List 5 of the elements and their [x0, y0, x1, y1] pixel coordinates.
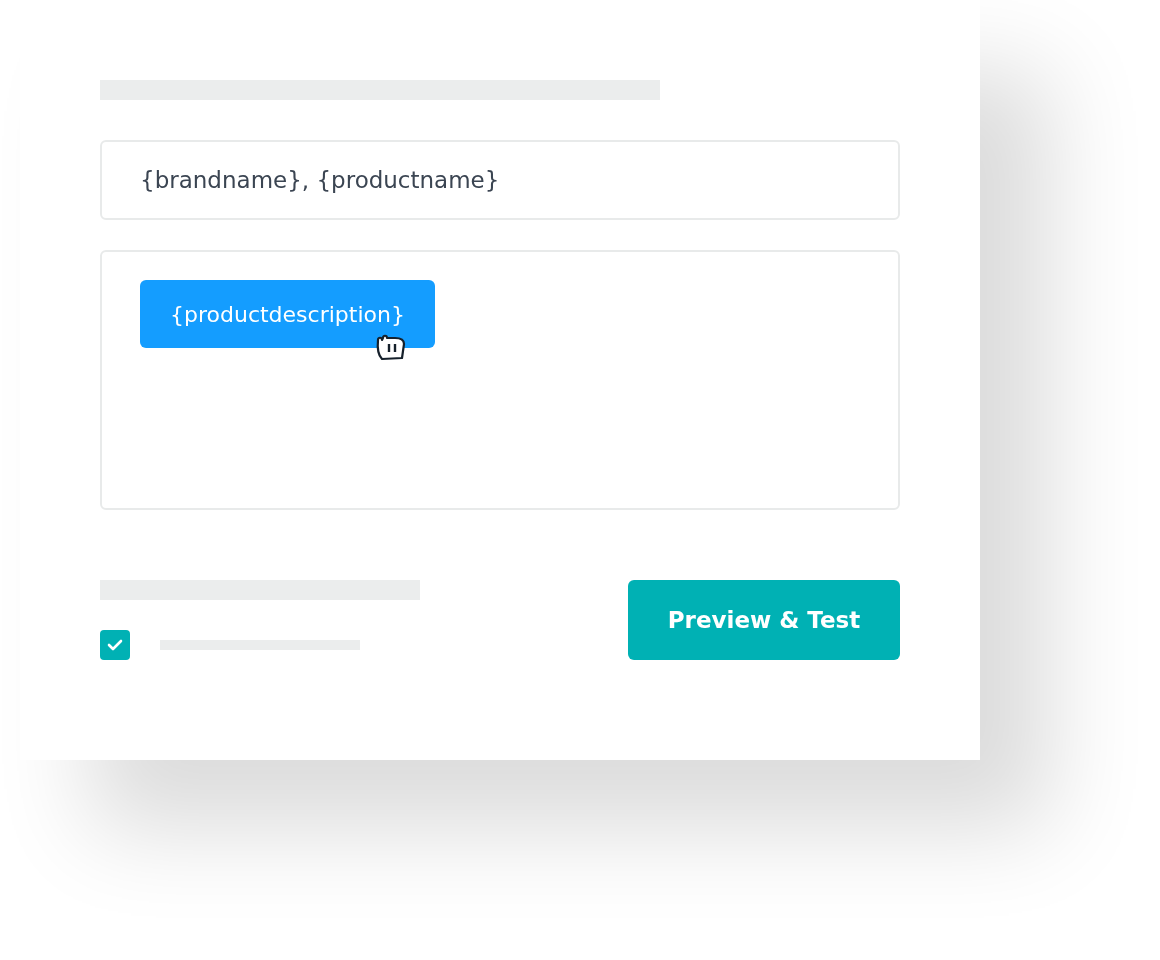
input-field[interactable]: {brandname}, {productname}: [100, 140, 900, 220]
text-area[interactable]: {productdescription}: [100, 250, 900, 510]
preview-button[interactable]: Preview & Test: [628, 580, 900, 660]
checkbox[interactable]: [100, 630, 130, 660]
check-icon: [107, 639, 123, 651]
